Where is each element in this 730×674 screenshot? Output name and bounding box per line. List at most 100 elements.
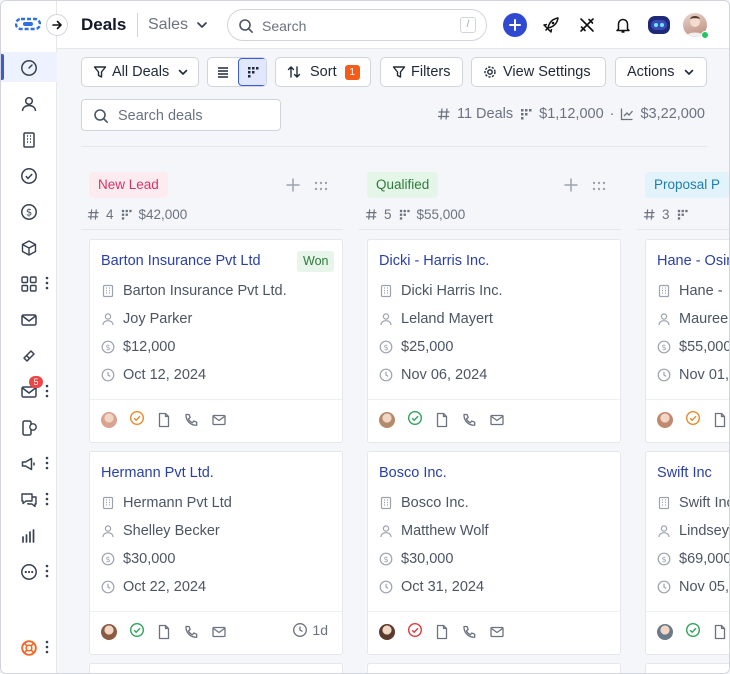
add-deal-icon[interactable] bbox=[285, 177, 301, 193]
deal-title-link[interactable]: Bosco Inc. bbox=[379, 465, 447, 481]
add-deal-icon[interactable] bbox=[563, 177, 579, 193]
document-icon[interactable] bbox=[713, 412, 727, 428]
sidebar-item-deals[interactable]: $ bbox=[1, 196, 57, 226]
sidebar-item-conversations[interactable] bbox=[1, 484, 57, 514]
rocket-button[interactable] bbox=[539, 13, 563, 37]
deal-card[interactable] bbox=[645, 663, 729, 673]
owner-avatar[interactable] bbox=[657, 412, 673, 428]
global-search-input[interactable]: Search / bbox=[227, 9, 487, 41]
deal-status-button[interactable] bbox=[407, 410, 423, 431]
sidebar-item-mail[interactable] bbox=[1, 304, 57, 334]
sidebar-item-tickets[interactable] bbox=[1, 340, 57, 370]
phone-icon[interactable] bbox=[461, 412, 477, 428]
deal-status-button[interactable] bbox=[685, 622, 701, 643]
owner-avatar[interactable] bbox=[379, 624, 395, 640]
deal-view-dropdown[interactable]: All Deals bbox=[81, 57, 199, 87]
deal-close-date-row: Oct 12, 2024 bbox=[101, 365, 206, 385]
sidebar-item-calls[interactable] bbox=[1, 412, 57, 442]
owner-avatar[interactable] bbox=[379, 412, 395, 428]
sidebar-item-reports[interactable] bbox=[1, 520, 57, 550]
document-icon[interactable] bbox=[435, 412, 449, 428]
sort-button[interactable]: Sort 1 bbox=[275, 57, 371, 87]
envelope-icon[interactable] bbox=[211, 412, 227, 428]
sidebar-item-contacts[interactable] bbox=[1, 88, 57, 118]
deal-title-link[interactable]: Barton Insurance Pvt Ltd bbox=[101, 253, 261, 269]
sidebar-item-apps[interactable] bbox=[1, 268, 57, 298]
deal-card[interactable]: Swift Inc Swift Inc Lindsey $ $69,000 Nov 05, bbox=[645, 451, 730, 655]
document-icon[interactable] bbox=[435, 624, 449, 640]
owner-avatar[interactable] bbox=[101, 624, 117, 640]
sidebar-collapse-button[interactable] bbox=[46, 14, 68, 36]
column-menu-icon[interactable] bbox=[592, 179, 606, 191]
envelope-icon[interactable] bbox=[211, 624, 227, 640]
tools-button[interactable] bbox=[575, 13, 599, 37]
quick-add-button[interactable] bbox=[503, 13, 527, 37]
chevron-down-icon[interactable] bbox=[195, 18, 209, 32]
more-vertical-icon[interactable] bbox=[45, 383, 49, 399]
breadcrumb-module[interactable]: Sales bbox=[148, 16, 188, 34]
deal-title-link[interactable]: Hermann Pvt Ltd. bbox=[101, 465, 214, 481]
document-icon[interactable] bbox=[157, 412, 171, 428]
deal-card[interactable]: Hermann Pvt Ltd. Hermann Pvt Ltd Shelley B… bbox=[89, 451, 343, 655]
document-icon[interactable] bbox=[713, 624, 727, 640]
person-icon bbox=[658, 313, 670, 326]
column-stage-label: New Lead bbox=[89, 172, 168, 198]
phone-icon[interactable] bbox=[183, 412, 199, 428]
sidebar-item-support[interactable] bbox=[1, 632, 57, 662]
deal-card[interactable]: Bosco Inc. Bosco Inc. Matthew Wolf $ $30,000… bbox=[367, 451, 621, 655]
deal-search-input[interactable]: Search deals bbox=[81, 99, 281, 131]
phone-icon[interactable] bbox=[183, 624, 199, 640]
deal-card[interactable]: Hane - Osin Hane - Mauree $ $55,000 Nov 01, bbox=[645, 239, 729, 443]
ai-assistant-button[interactable] bbox=[647, 13, 671, 37]
actions-dropdown[interactable]: Actions bbox=[615, 57, 707, 87]
deal-search-placeholder: Search deals bbox=[118, 108, 203, 124]
sidebar-item-inbox[interactable]: 5 bbox=[1, 376, 57, 406]
deal-close-date: Oct 12, 2024 bbox=[123, 367, 207, 383]
deal-company: Swift Inc bbox=[679, 495, 730, 511]
deal-card[interactable] bbox=[89, 663, 343, 673]
deal-status-button[interactable] bbox=[129, 410, 145, 431]
sidebar-item-campaigns[interactable] bbox=[1, 448, 57, 478]
deal-title-link[interactable]: Swift Inc bbox=[657, 465, 712, 481]
deal-status-button[interactable] bbox=[407, 622, 423, 643]
dollar-circle-icon: $ bbox=[379, 340, 393, 354]
layout-toggle bbox=[207, 57, 267, 87]
more-vertical-icon[interactable] bbox=[45, 563, 49, 579]
sidebar-item-tasks[interactable] bbox=[1, 160, 57, 190]
filters-button[interactable]: Filters bbox=[380, 57, 463, 87]
view-settings-button[interactable]: View Settings bbox=[471, 57, 606, 87]
sidebar-item-products[interactable] bbox=[1, 232, 57, 262]
more-vertical-icon[interactable] bbox=[45, 275, 49, 291]
more-vertical-icon[interactable] bbox=[45, 455, 49, 471]
deal-card[interactable]: Dicki - Harris Inc. Dicki Harris Inc. Lela… bbox=[367, 239, 621, 443]
more-vertical-icon[interactable] bbox=[45, 491, 49, 507]
envelope-icon[interactable] bbox=[489, 412, 505, 428]
app-logo-icon[interactable] bbox=[15, 15, 41, 33]
column-menu-icon[interactable] bbox=[314, 179, 328, 191]
deal-status-button[interactable] bbox=[129, 622, 145, 643]
deal-card[interactable]: Barton Insurance Pvt Ltd Won Barton Insura… bbox=[89, 239, 343, 443]
person-icon bbox=[380, 313, 392, 326]
deal-title-link[interactable]: Hane - Osin bbox=[657, 253, 729, 269]
check-circle-icon bbox=[21, 168, 37, 184]
column-divider bbox=[637, 229, 729, 230]
dollar-circle-icon: $ bbox=[101, 552, 115, 566]
owner-avatar[interactable] bbox=[101, 412, 117, 428]
more-vertical-icon[interactable] bbox=[45, 639, 49, 655]
filters-label: Filters bbox=[411, 64, 451, 80]
notifications-button[interactable] bbox=[611, 13, 635, 37]
owner-avatar[interactable] bbox=[657, 624, 673, 640]
kanban-view-button[interactable] bbox=[238, 58, 266, 86]
sidebar-item-companies[interactable] bbox=[1, 124, 57, 154]
envelope-icon bbox=[21, 314, 37, 326]
deal-card[interactable] bbox=[367, 663, 621, 673]
envelope-icon[interactable] bbox=[489, 624, 505, 640]
deal-title-link[interactable]: Dicki - Harris Inc. bbox=[379, 253, 489, 269]
deal-status-button[interactable] bbox=[685, 410, 701, 431]
sidebar-item-more[interactable] bbox=[1, 556, 57, 586]
phone-icon[interactable] bbox=[461, 624, 477, 640]
list-view-button[interactable] bbox=[208, 58, 238, 86]
deal-age: 1d bbox=[292, 622, 328, 638]
document-icon[interactable] bbox=[157, 624, 171, 640]
sidebar-item-dashboard[interactable] bbox=[1, 52, 57, 82]
